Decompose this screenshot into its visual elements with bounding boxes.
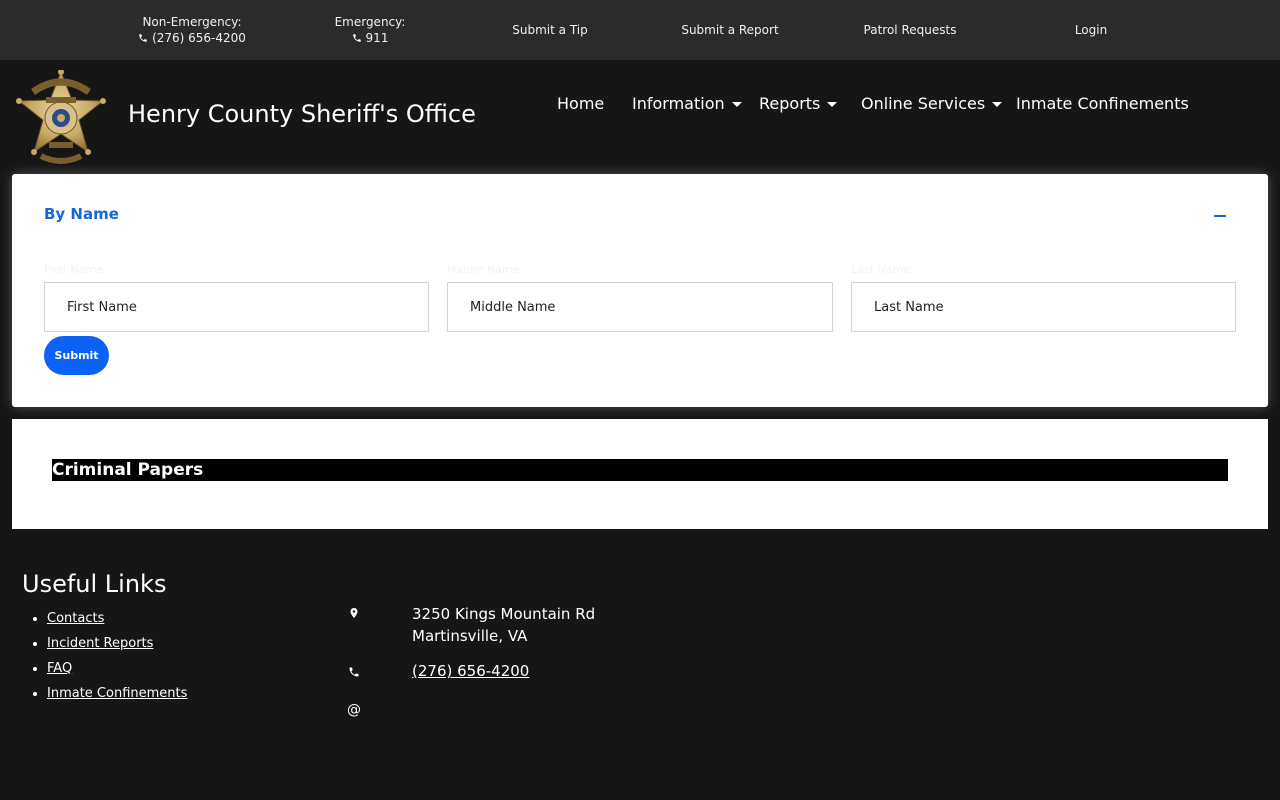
nav-online-services-label: Online Services xyxy=(861,94,986,113)
footer-address: 3250 Kings Mountain Rd Martinsville, VA xyxy=(412,603,595,647)
nav-home[interactable]: Home xyxy=(557,94,604,113)
nav-inmate-confinements[interactable]: Inmate Confinements xyxy=(1016,94,1189,113)
emergency-label: Emergency: xyxy=(334,15,406,29)
footer-link-incident-reports[interactable]: Incident Reports xyxy=(47,636,153,651)
phone-icon xyxy=(346,664,362,680)
nav-reports-label: Reports xyxy=(759,94,821,113)
submit-tip-link[interactable]: Submit a Tip xyxy=(460,0,640,60)
submit-report-link[interactable]: Submit a Report xyxy=(640,0,820,60)
search-by-name-card: By Name First Name Middle Name Last Name… xyxy=(12,174,1268,407)
non-emergency-label: Non-Emergency: xyxy=(142,15,242,29)
nav-inmate-confinements-label: Inmate Confinements xyxy=(1016,94,1189,113)
criminal-papers-title: Criminal Papers xyxy=(52,460,204,480)
list-item: Incident Reports xyxy=(47,631,187,656)
first-name-input[interactable] xyxy=(44,282,429,332)
last-name-input[interactable] xyxy=(851,282,1236,332)
phone-icon xyxy=(139,34,147,42)
map-marker-icon xyxy=(346,605,362,621)
non-emergency-phone: (276) 656-4200 xyxy=(152,31,246,45)
top-bar: Non-Emergency: (276) 656-4200 Emergency:… xyxy=(0,0,1280,60)
middle-name-label: Middle Name xyxy=(447,263,520,276)
login-link[interactable]: Login xyxy=(1001,0,1181,60)
phone-icon xyxy=(352,34,361,42)
card-title[interactable]: By Name xyxy=(44,205,119,223)
address-line-1: 3250 Kings Mountain Rd xyxy=(412,605,596,623)
list-item: FAQ xyxy=(47,656,187,681)
site-title[interactable]: Henry County Sheriff's Office xyxy=(128,100,476,128)
non-emergency-contact[interactable]: Non-Emergency: (276) 656-4200 xyxy=(102,0,282,60)
sheriff-badge-logo[interactable] xyxy=(11,70,111,166)
nav-online-services[interactable]: Online Services xyxy=(861,94,1003,113)
useful-links-heading: Useful Links xyxy=(22,570,167,598)
emergency-phone: 911 xyxy=(365,31,389,45)
submit-button[interactable]: Submit xyxy=(44,336,109,375)
emergency-contact[interactable]: Emergency: 911 xyxy=(280,0,460,60)
nav-home-label: Home xyxy=(557,94,605,113)
middle-name-input[interactable] xyxy=(447,282,833,332)
footer-link-inmate-confinements[interactable]: Inmate Confinements xyxy=(47,686,187,701)
footer-link-faq[interactable]: FAQ xyxy=(47,661,72,676)
patrol-requests-link[interactable]: Patrol Requests xyxy=(820,0,1000,60)
list-item: Inmate Confinements xyxy=(47,681,187,706)
criminal-papers-section: Criminal Papers xyxy=(12,419,1268,529)
criminal-papers-header: Criminal Papers xyxy=(52,459,1228,481)
caret-down-icon xyxy=(731,101,742,107)
caret-down-icon xyxy=(827,101,838,107)
nav-reports[interactable]: Reports xyxy=(759,94,838,113)
nav-information-label: Information xyxy=(632,94,725,113)
nav-information[interactable]: Information xyxy=(632,94,742,113)
footer-phone-link[interactable]: (276) 656-4200 xyxy=(412,662,529,680)
last-name-label: Last Name xyxy=(851,263,910,276)
collapse-icon[interactable] xyxy=(1214,215,1226,217)
first-name-label: First Name xyxy=(44,263,104,276)
address-line-2: Martinsville, VA xyxy=(412,627,528,645)
email-icon: @ xyxy=(347,702,361,718)
useful-links-list: Contacts Incident Reports FAQ Inmate Con… xyxy=(47,606,187,706)
footer-link-contacts[interactable]: Contacts xyxy=(47,611,104,626)
list-item: Contacts xyxy=(47,606,187,631)
caret-down-icon xyxy=(992,101,1003,107)
